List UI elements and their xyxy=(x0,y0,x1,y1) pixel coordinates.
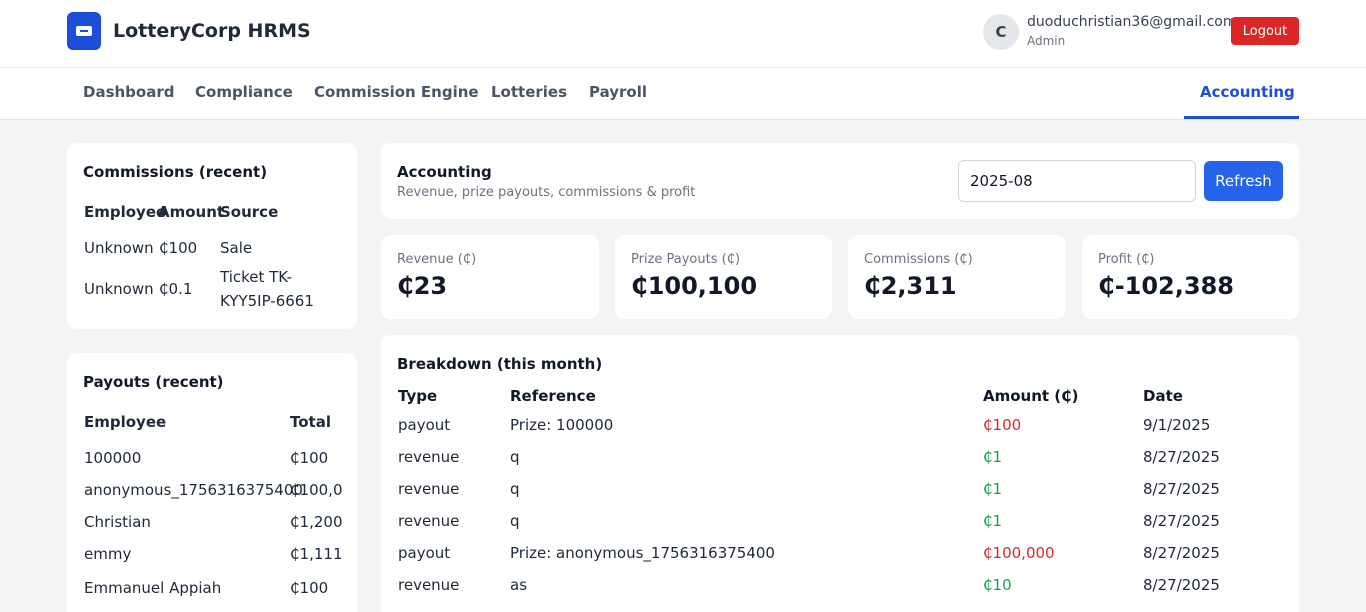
row-amount: ₵10 xyxy=(983,576,1012,594)
row-amount: ₵1 xyxy=(983,512,1003,530)
month-input[interactable] xyxy=(958,160,1196,202)
commission-source: Sale xyxy=(220,239,253,257)
payout-employee: Emmanuel Appiah xyxy=(84,579,222,597)
row-date: 9/1/2025 xyxy=(1143,416,1211,434)
stat-label: Revenue (₵) xyxy=(397,252,477,267)
col-amount: Amount (₵) xyxy=(983,387,1079,405)
col-amount: Amount xyxy=(158,203,225,221)
stat-card-profit: Profit (₵) ₵-102,388 xyxy=(1082,235,1299,319)
tab-dashboard[interactable]: Dashboard xyxy=(83,83,174,101)
row-date: 8/27/2025 xyxy=(1143,576,1220,594)
row-amount: ₵1 xyxy=(983,480,1003,498)
stat-value: ₵-102,388 xyxy=(1098,272,1234,300)
logout-button[interactable]: Logout xyxy=(1231,17,1299,45)
row-type: payout xyxy=(398,416,451,434)
app-logo xyxy=(67,12,101,50)
payout-employee: emmy xyxy=(84,545,132,563)
tab-commission-engine[interactable]: Commission Engine xyxy=(314,83,479,101)
tab-lotteries[interactable]: Lotteries xyxy=(491,83,567,101)
top-header: LotteryCorp HRMS C duoduchristian36@gmai… xyxy=(0,0,1366,68)
commission-employee: Unknown xyxy=(84,280,154,298)
payout-employee: Christian xyxy=(84,513,151,531)
row-reference: q xyxy=(510,512,520,530)
avatar: C xyxy=(983,14,1019,50)
stat-value: ₵23 xyxy=(397,272,448,300)
stat-label: Profit (₵) xyxy=(1098,252,1155,267)
stat-card-revenue: Revenue (₵) ₵23 xyxy=(381,235,599,319)
row-reference: Prize: 100000 xyxy=(510,416,614,434)
row-reference: q xyxy=(510,448,520,466)
user-role: Admin xyxy=(1027,34,1066,48)
row-type: revenue xyxy=(398,448,460,466)
col-total: Total xyxy=(290,413,331,431)
col-reference: Reference xyxy=(510,387,596,405)
payout-employee: 100000 xyxy=(84,449,142,467)
main-nav: Dashboard Compliance Commission Engine L… xyxy=(0,68,1366,120)
row-type: revenue xyxy=(398,480,460,498)
row-amount: ₵1 xyxy=(983,448,1003,466)
row-amount: ₵100 xyxy=(983,416,1022,434)
page-subtitle: Revenue, prize payouts, commissions & pr… xyxy=(397,185,696,200)
col-type: Type xyxy=(398,387,438,405)
stat-label: Prize Payouts (₵) xyxy=(631,252,741,267)
stat-value: ₵100,100 xyxy=(631,272,758,300)
payout-total: ₵100 xyxy=(290,449,329,467)
row-reference: Prize: anonymous_1756316375400 xyxy=(510,544,775,562)
stat-value: ₵2,311 xyxy=(864,272,957,300)
page-title: Accounting xyxy=(397,163,492,181)
row-reference: q xyxy=(510,480,520,498)
row-amount: ₵100,000 xyxy=(983,544,1055,562)
col-source: Source xyxy=(220,203,279,221)
payouts-table: Employee Total 100000 ₵100 anonymous_175… xyxy=(67,353,357,612)
stat-card-prize-payouts: Prize Payouts (₵) ₵100,100 xyxy=(615,235,832,319)
refresh-button[interactable]: Refresh xyxy=(1204,161,1283,201)
col-date: Date xyxy=(1143,387,1183,405)
payout-total: ₵100 xyxy=(290,579,329,597)
stat-label: Commissions (₵) xyxy=(864,252,973,267)
payout-total: ₵1,111 xyxy=(290,545,343,563)
row-type: payout xyxy=(398,544,451,562)
col-employee: Employee xyxy=(84,203,167,221)
stat-card-commissions: Commissions (₵) ₵2,311 xyxy=(848,235,1066,319)
payout-total: ₵1,200 xyxy=(290,513,343,531)
tab-accounting[interactable]: Accounting xyxy=(1200,83,1295,101)
commission-source-cont: KYY5IP-6661 xyxy=(220,292,314,310)
commission-source: Ticket TK- xyxy=(220,268,292,286)
app-title: LotteryCorp HRMS xyxy=(113,20,311,42)
payout-employee: anonymous_1756316375400 xyxy=(84,481,303,499)
commission-employee: Unknown xyxy=(84,239,154,257)
breakdown-title: Breakdown (this month) xyxy=(397,355,603,373)
payout-total: ₵100,0 xyxy=(290,481,343,499)
ticket-icon xyxy=(76,26,92,36)
row-date: 8/27/2025 xyxy=(1143,480,1220,498)
row-reference: as xyxy=(510,576,528,594)
row-type: revenue xyxy=(398,512,460,530)
row-date: 8/27/2025 xyxy=(1143,512,1220,530)
user-email: duoduchristian36@gmail.com xyxy=(1027,14,1237,30)
commissions-title: Commissions (recent) xyxy=(83,163,268,181)
commission-amount: ₵100 xyxy=(159,239,198,257)
tab-payroll[interactable]: Payroll xyxy=(589,83,647,101)
row-type: revenue xyxy=(398,576,460,594)
breakdown-card: Breakdown (this month) xyxy=(381,335,1299,612)
active-tab-indicator xyxy=(1184,116,1299,119)
tab-compliance[interactable]: Compliance xyxy=(195,83,293,101)
col-employee: Employee xyxy=(84,413,167,431)
row-date: 8/27/2025 xyxy=(1143,448,1220,466)
commission-amount: ₵0.1 xyxy=(159,280,193,298)
row-date: 8/27/2025 xyxy=(1143,544,1220,562)
